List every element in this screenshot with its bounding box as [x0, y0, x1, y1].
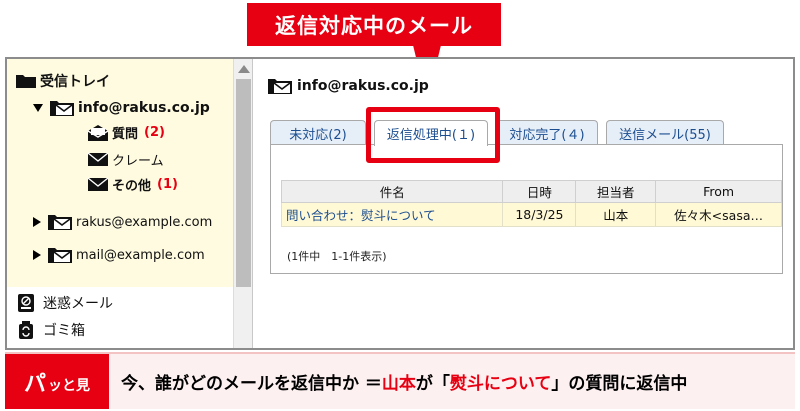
summary-prefix: 今、誰がどのメールを返信中か ＝: [121, 374, 382, 394]
mail-window: 受信トレイ info@rakus.co.jp 質問 (2) クレーム その他 (…: [5, 57, 795, 350]
subfolder-question[interactable]: 質問 (2): [87, 123, 165, 142]
column-header-subject[interactable]: 件名: [280, 180, 504, 203]
callout-label: 返信対応中のメール: [247, 3, 501, 46]
spam-label: 迷惑メール: [43, 296, 113, 312]
trash-label: ゴミ箱: [43, 323, 85, 339]
expand-arrow-icon[interactable]: [33, 217, 41, 227]
summary-banner: パ ッと見 今、誰がどのメールを返信中か ＝ 山本 が「 熨斗について 」の質問…: [5, 352, 795, 409]
account-folder-info[interactable]: info@rakus.co.jp: [33, 99, 210, 117]
scroll-up-arrow-icon[interactable]: [238, 65, 250, 73]
mail-table: 件名 日時 担当者 From 問い合わせ：熨斗について 18/3/25 山本 佐…: [280, 180, 782, 227]
expand-arrow-icon[interactable]: [33, 104, 43, 112]
mail-from: 佐々木<sasa…: [655, 202, 782, 227]
subfolder-label: その他: [112, 179, 152, 194]
mail-subject-link[interactable]: 問い合わせ：熨斗について: [280, 202, 504, 227]
tab-panel: 件名 日時 担当者 From 問い合わせ：熨斗について 18/3/25 山本 佐…: [270, 144, 783, 274]
folder-tree: 受信トレイ info@rakus.co.jp 質問 (2) クレーム その他 (…: [7, 59, 233, 287]
tab-unhandled[interactable]: 未対応(2): [270, 120, 366, 145]
folder-icon: [16, 75, 36, 88]
table-header-row: 件名 日時 担当者 From: [280, 180, 782, 203]
trash-folder[interactable]: ゴミ箱: [17, 320, 85, 340]
mail-assignee: 山本: [575, 202, 657, 227]
tab-highlight-box: [366, 107, 500, 163]
account-label: mail@example.com: [76, 247, 205, 263]
open-envelope-icon: [87, 124, 109, 141]
envelope-icon: [87, 177, 109, 191]
unread-count: (1): [157, 177, 178, 192]
table-row[interactable]: 問い合わせ：熨斗について 18/3/25 山本 佐々木<sasa…: [280, 202, 782, 227]
summary-subject: 熨斗について: [449, 374, 552, 394]
tab-completed[interactable]: 対応完了(４): [496, 120, 598, 145]
summary-suffix: 」の質問に返信中: [551, 374, 688, 394]
column-header-assignee[interactable]: 担当者: [575, 180, 657, 203]
subfolder-complaint[interactable]: クレーム: [87, 150, 164, 169]
column-header-date[interactable]: 日時: [502, 180, 577, 203]
inbox-folder[interactable]: 受信トレイ: [15, 71, 110, 91]
spam-icon: [18, 294, 34, 312]
inbox-label: 受信トレイ: [40, 74, 110, 90]
subfolder-label: 質問: [112, 127, 139, 142]
sidebar-scrollbar[interactable]: [233, 59, 253, 348]
expand-arrow-icon[interactable]: [33, 250, 41, 260]
subfolder-other[interactable]: その他 (1): [87, 175, 178, 194]
account-label: rakus@example.com: [76, 214, 213, 230]
badge-small-text: ッと見: [48, 377, 90, 394]
scroll-thumb[interactable]: [236, 79, 251, 287]
summary-text: 今、誰がどのメールを返信中か ＝ 山本 が「 熨斗について 」の質問に返信中: [121, 354, 687, 409]
subfolder-label: クレーム: [112, 154, 164, 169]
misc-folders: 迷惑メール ゴミ箱: [7, 287, 233, 348]
folder-mail-icon: [48, 215, 72, 230]
spam-folder[interactable]: 迷惑メール: [17, 293, 113, 313]
account-folder-rakus[interactable]: rakus@example.com: [33, 213, 212, 231]
quick-look-badge: パ ッと見: [5, 354, 109, 409]
current-account-label: info@rakus.co.jp: [297, 78, 429, 94]
summary-mid: が「: [415, 374, 450, 394]
folder-mail-icon: [48, 248, 72, 263]
account-label: info@rakus.co.jp: [78, 100, 210, 116]
recycle-trash-icon: [19, 321, 33, 339]
result-count: (1件中 1-1件表示): [287, 250, 387, 263]
column-header-from[interactable]: From: [655, 180, 782, 203]
folder-mail-icon: [268, 79, 292, 94]
mail-date: 18/3/25: [502, 202, 577, 227]
account-folder-mail[interactable]: mail@example.com: [33, 246, 205, 264]
badge-big-text: パ: [23, 371, 46, 397]
current-account: info@rakus.co.jp: [267, 77, 429, 95]
sidebar: 受信トレイ info@rakus.co.jp 質問 (2) クレーム その他 (…: [7, 59, 233, 348]
unread-count: (2): [144, 125, 165, 140]
summary-assignee: 山本: [381, 374, 416, 394]
envelope-icon: [87, 152, 109, 166]
tab-sent[interactable]: 送信メール(55): [606, 120, 724, 145]
folder-mail-icon: [50, 101, 74, 116]
main-panel: info@rakus.co.jp 未対応(2) 返信処理中(１) 対応完了(４)…: [254, 59, 793, 348]
